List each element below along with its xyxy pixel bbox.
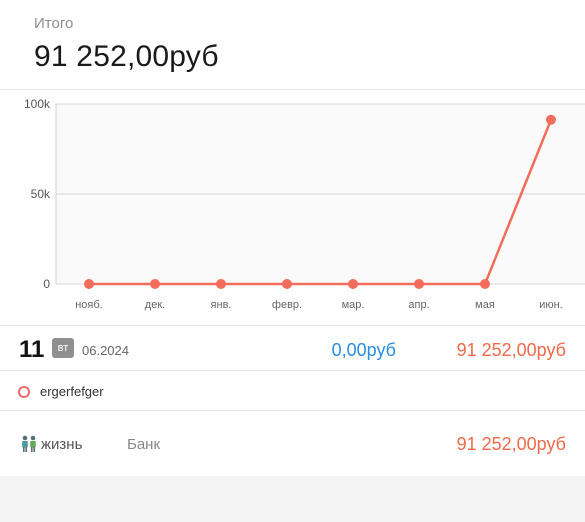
day-expense: 91 252,00руб [456,340,566,360]
data-point [216,279,226,289]
divider [0,89,585,90]
data-point [84,279,94,289]
x-tick-label: мар. [342,299,365,311]
divider [0,370,585,371]
monthly-line-chart: 0 50k 100k нояб. дек. янв. февр. мар. апр. мая июн… [24,97,585,311]
x-tick-label: мая [475,299,495,311]
two-people-icon [22,435,36,452]
data-point [150,279,160,289]
transaction-category: жизнь [41,436,83,453]
total-value: 91 252,00руб [34,40,219,73]
x-tick-label: апр. [408,299,429,311]
y-tick-label: 100k [24,97,51,111]
x-tick-label: дек. [145,299,165,311]
divider [0,325,585,326]
transaction-account: Банк [127,436,161,453]
x-tick-label: июн. [539,299,563,311]
divider [0,410,585,411]
main-panel: Итого 91 252,00руб 0 50k 100k нояб. дек. янв.… [0,0,585,476]
x-tick-label: февр. [272,299,302,311]
day-number: 11 [19,336,45,363]
data-point [546,114,556,125]
total-label: Итого [34,15,74,32]
data-point [282,279,292,289]
note-text: ergerfefger [40,384,104,399]
weekday-badge: вт [52,338,74,358]
circle-icon [18,386,30,398]
day-income: 0,00руб [331,340,396,360]
data-point [414,279,424,289]
y-tick-label: 0 [43,277,50,291]
y-tick-label: 50k [31,187,51,201]
transaction-amount: 91 252,00руб [456,434,566,454]
x-tick-label: янв. [211,299,232,311]
x-tick-label: нояб. [75,299,103,311]
data-point [480,279,490,289]
month-year: 06.2024 [82,343,129,358]
data-point [348,279,358,289]
